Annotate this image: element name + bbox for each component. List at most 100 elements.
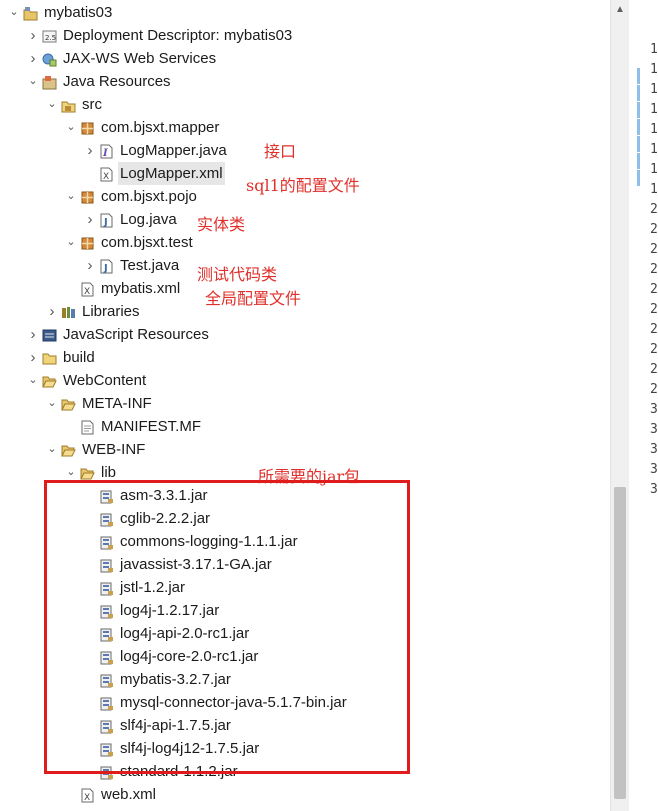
tree-item-label: WEB-INF (82, 441, 146, 458)
xml-file-icon: X (80, 281, 95, 297)
source-folder-icon (61, 97, 76, 113)
tree-item[interactable]: ⌄ com.bjsxt.mapper (0, 116, 600, 139)
gutter-marker (637, 153, 640, 169)
chevron-down-icon[interactable]: ⌄ (8, 1, 20, 24)
chevron-down-icon[interactable]: ⌄ (46, 93, 58, 116)
tree-item[interactable]: › I LogMapper.java (0, 139, 600, 162)
java-file-icon: J (99, 258, 114, 274)
tree-item[interactable]: ⌄ src (0, 93, 600, 116)
library-icon (61, 304, 76, 319)
tree-item-label: com.bjsxt.pojo (101, 188, 197, 205)
tree-item-label: Test.java (120, 257, 180, 274)
gutter-number: 3 (650, 462, 658, 477)
tree-item[interactable]: ⌄ WEB-INF (0, 438, 600, 461)
java-file-icon: J (99, 212, 114, 228)
tree-item[interactable]: › J Test.java (0, 254, 600, 277)
svg-text:2.5: 2.5 (45, 34, 56, 42)
tree-item[interactable]: ⌄ Java Resources (0, 70, 600, 93)
tree-item-label: Log.java (120, 211, 177, 228)
tree-item-label: LogMapper.java (120, 142, 227, 159)
tree-item-label: com.bjsxt.test (101, 234, 193, 251)
gutter-number: 1 (650, 182, 658, 197)
gutter-marker (637, 136, 640, 152)
annotation-entity: 实体类 (197, 215, 246, 234)
tree-item-label: WebContent (63, 372, 147, 389)
gutter-number: 3 (650, 422, 658, 437)
tree-item-label: JAX-WS Web Services (63, 50, 217, 67)
tree-item[interactable]: ⌄ mybatis03 (0, 1, 600, 24)
java-resources-icon (42, 74, 57, 90)
tree-item[interactable]: › JavaScript Resources (0, 323, 600, 346)
chevron-right-icon[interactable]: › (84, 254, 96, 277)
chevron-right-icon[interactable]: › (27, 346, 39, 369)
chevron-down-icon[interactable]: ⌄ (65, 231, 77, 254)
tree-item-label: web.xml (101, 786, 157, 803)
gutter-number: 1 (650, 42, 658, 57)
chevron-right-icon[interactable]: › (27, 47, 39, 70)
tree-item[interactable]: ⌄ WebContent (0, 369, 600, 392)
tree-item[interactable]: Xweb.xml (0, 783, 600, 806)
gutter-marker (637, 119, 640, 135)
chevron-right-icon[interactable]: › (46, 300, 58, 323)
tree-item[interactable]: › 2.5 Deployment Descriptor: mybatis03 (0, 24, 600, 47)
gutter-number: 2 (650, 202, 658, 217)
scroll-up-arrow-icon[interactable]: ▲ (611, 0, 629, 20)
gutter-number: 2 (650, 242, 658, 257)
jar-highlight-box (44, 480, 410, 774)
js-resources-icon (42, 327, 57, 342)
tree-item-label: MANIFEST.MF (101, 418, 201, 435)
text-file-icon (80, 419, 95, 435)
gutter-number: 2 (650, 222, 658, 237)
gutter-number: 1 (650, 142, 658, 157)
svg-text:J: J (103, 217, 108, 228)
vertical-scrollbar[interactable]: ▲ (610, 0, 629, 811)
tree-item-label: mybatis03 (44, 4, 113, 21)
tree-item[interactable]: › build (0, 346, 600, 369)
folder-open-icon (80, 465, 95, 480)
tree-item[interactable]: › JAX-WS Web Services (0, 47, 600, 70)
gutter-number: 1 (650, 122, 658, 137)
folder-open-icon (61, 442, 76, 457)
gutter-number: 3 (650, 402, 658, 417)
gutter-number: 3 (650, 482, 658, 497)
tree-item-label: Java Resources (63, 73, 171, 90)
chevron-right-icon[interactable]: › (84, 139, 96, 162)
package-icon (80, 189, 95, 204)
gutter-number: 3 (650, 442, 658, 457)
package-icon (80, 235, 95, 250)
scrollbar-thumb[interactable] (614, 487, 626, 799)
tree-item[interactable]: ⌄ META-INF (0, 392, 600, 415)
tree-item-label: JavaScript Resources (63, 326, 209, 343)
chevron-right-icon[interactable]: › (27, 24, 39, 47)
chevron-down-icon[interactable]: ⌄ (46, 438, 58, 461)
chevron-down-icon[interactable]: ⌄ (46, 392, 58, 415)
chevron-right-icon[interactable]: › (84, 208, 96, 231)
tree-item[interactable]: MANIFEST.MF (0, 415, 600, 438)
xml-file-icon: X (99, 166, 114, 182)
chevron-down-icon[interactable]: ⌄ (27, 70, 39, 93)
gutter-marker (637, 170, 640, 186)
folder-open-icon (42, 373, 57, 388)
tree-item[interactable]: › J Log.java (0, 208, 600, 231)
annotation-interface: 接口 (264, 142, 297, 161)
svg-text:X: X (84, 287, 90, 297)
tree-item[interactable]: ⌄ com.bjsxt.test (0, 231, 600, 254)
gutter-number: 2 (650, 262, 658, 277)
svg-text:X: X (84, 793, 90, 803)
svg-text:I: I (102, 148, 108, 159)
webservice-icon (42, 51, 57, 67)
gutter-marker (637, 102, 640, 118)
tree-item-label: META-INF (82, 395, 152, 412)
annotation-test-code: 测试代码类 (197, 265, 278, 284)
chevron-down-icon[interactable]: ⌄ (27, 369, 39, 392)
editor-gutter: 1 1 1 1 1 1 1 1 2 2 2 2 2 2 2 2 2 2 3 3 3 3 3 (630, 0, 658, 811)
gutter-number: 1 (650, 82, 658, 97)
chevron-down-icon[interactable]: ⌄ (65, 185, 77, 208)
gutter-marker (637, 85, 640, 101)
xml-file-icon: X (80, 787, 95, 803)
chevron-down-icon[interactable]: ⌄ (65, 116, 77, 139)
tree-item-label: Libraries (82, 303, 140, 320)
chevron-right-icon[interactable]: › (27, 323, 39, 346)
java-interface-icon: I (99, 143, 114, 159)
gutter-number: 2 (650, 322, 658, 337)
